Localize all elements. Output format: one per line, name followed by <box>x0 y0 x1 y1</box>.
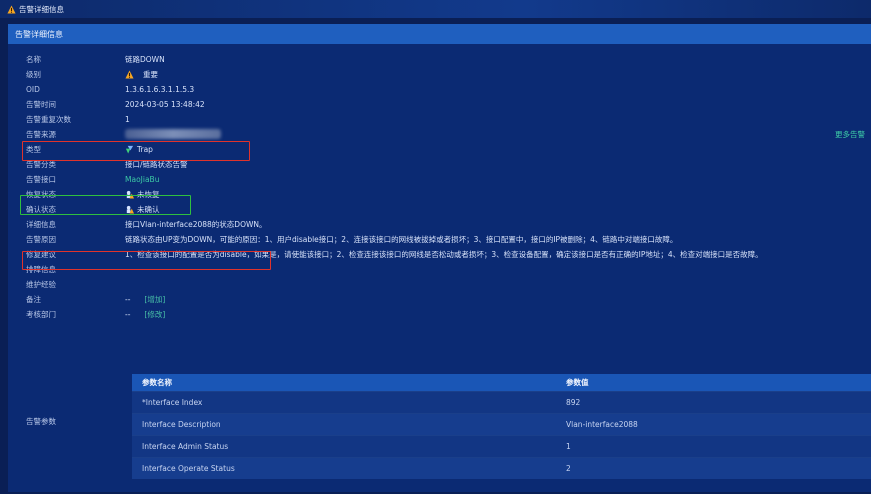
highlight-interface-box <box>20 195 191 215</box>
field-label: 告警接口 <box>26 174 56 184</box>
field-row-oid: OID 1.3.6.1.6.3.1.1.5.3 <box>8 82 871 96</box>
field-label: OID <box>26 84 40 94</box>
field-value-remark: -- [增加] <box>125 294 165 305</box>
field-value: 链路状态由UP变为DOWN，可能的原因：1、用户disable接口；2、连接该接… <box>125 234 678 244</box>
field-value: 接口Vlan-interface2088的状态DOWN。 <box>125 219 267 229</box>
field-value: 1 <box>125 114 130 124</box>
field-label: 名称 <box>26 54 41 64</box>
field-label: 告警原因 <box>26 234 56 244</box>
param-value: 1 <box>566 442 571 451</box>
field-label: 维护经验 <box>26 279 56 289</box>
window-title: 告警详细信息 <box>19 4 64 14</box>
field-label: 考核部门 <box>26 309 56 319</box>
column-header-value: 参数值 <box>566 378 589 387</box>
warning-triangle-icon <box>125 69 134 79</box>
field-value-department: -- [修改] <box>125 309 165 320</box>
field-row-level: 级别 重要 <box>8 67 871 81</box>
field-row-time: 告警时间 2024-03-05 13:48:42 <box>8 97 871 111</box>
interface-link[interactable]: MaoJiaBu <box>125 175 159 184</box>
more-alarms-link[interactable]: 更多告警 <box>835 129 865 140</box>
panel-title: 告警详细信息 <box>15 29 63 39</box>
field-value: 1.3.6.1.6.3.1.1.5.3 <box>125 84 195 94</box>
param-value: 892 <box>566 398 581 407</box>
params-label: 告警参数 <box>26 417 56 426</box>
param-value: Vlan-interface2088 <box>566 420 638 429</box>
window-titlebar: 告警详细信息 <box>0 0 871 18</box>
params-table: 参数名称 参数值 *Interface Index 892 Interface … <box>132 374 871 479</box>
remark-text: -- <box>125 294 131 304</box>
highlight-source-box <box>22 141 250 161</box>
field-row-repeat: 告警重复次数 1 <box>8 112 871 126</box>
column-header-name: 参数名称 <box>142 378 172 387</box>
field-value-level: 重要 <box>125 69 158 80</box>
field-value: 链路DOWN <box>125 54 165 64</box>
table-row: Interface Admin Status 1 <box>132 435 871 457</box>
field-label: 级别 <box>26 69 41 79</box>
param-name: Interface Admin Status <box>142 442 229 451</box>
field-row-name: 名称 链路DOWN <box>8 52 871 66</box>
add-remark-button[interactable]: [增加] <box>144 294 165 305</box>
panel-header: 告警详细信息 <box>8 24 871 44</box>
department-text: -- <box>125 309 131 319</box>
field-row-department: 考核部门 -- [修改] <box>8 307 871 321</box>
highlight-detail-box <box>22 251 271 270</box>
redacted-source <box>125 129 221 139</box>
field-row-remark: 备注 -- [增加] <box>8 292 871 306</box>
alarm-app-icon <box>7 4 16 14</box>
table-row: *Interface Index 892 <box>132 391 871 413</box>
field-value-source <box>125 129 221 139</box>
param-name: Interface Operate Status <box>142 464 235 473</box>
params-table-header: 参数名称 参数值 <box>132 374 871 391</box>
field-value: 2024-03-05 13:48:42 <box>125 99 205 109</box>
field-label: 告警重复次数 <box>26 114 71 124</box>
table-row: Interface Description Vlan-interface2088 <box>132 413 871 435</box>
param-name: Interface Description <box>142 420 221 429</box>
table-row: Interface Operate Status 2 <box>132 457 871 479</box>
field-label: 详细信息 <box>26 219 56 229</box>
param-name: *Interface Index <box>142 398 203 407</box>
field-row-experience: 维护经验 <box>8 277 871 291</box>
level-text: 重要 <box>143 69 158 79</box>
field-label: 备注 <box>26 294 41 304</box>
field-row-interface: 告警接口 MaoJiaBu <box>8 172 871 186</box>
field-row-source: 告警来源 更多告警 <box>8 127 871 141</box>
field-row-detail: 详细信息 接口Vlan-interface2088的状态DOWN。 <box>8 217 871 231</box>
field-label: 告警来源 <box>26 129 56 139</box>
field-label: 告警时间 <box>26 99 56 109</box>
field-row-cause: 告警原因 链路状态由UP变为DOWN，可能的原因：1、用户disable接口；2… <box>8 232 871 246</box>
edit-department-button[interactable]: [修改] <box>144 309 165 320</box>
param-value: 2 <box>566 464 571 473</box>
